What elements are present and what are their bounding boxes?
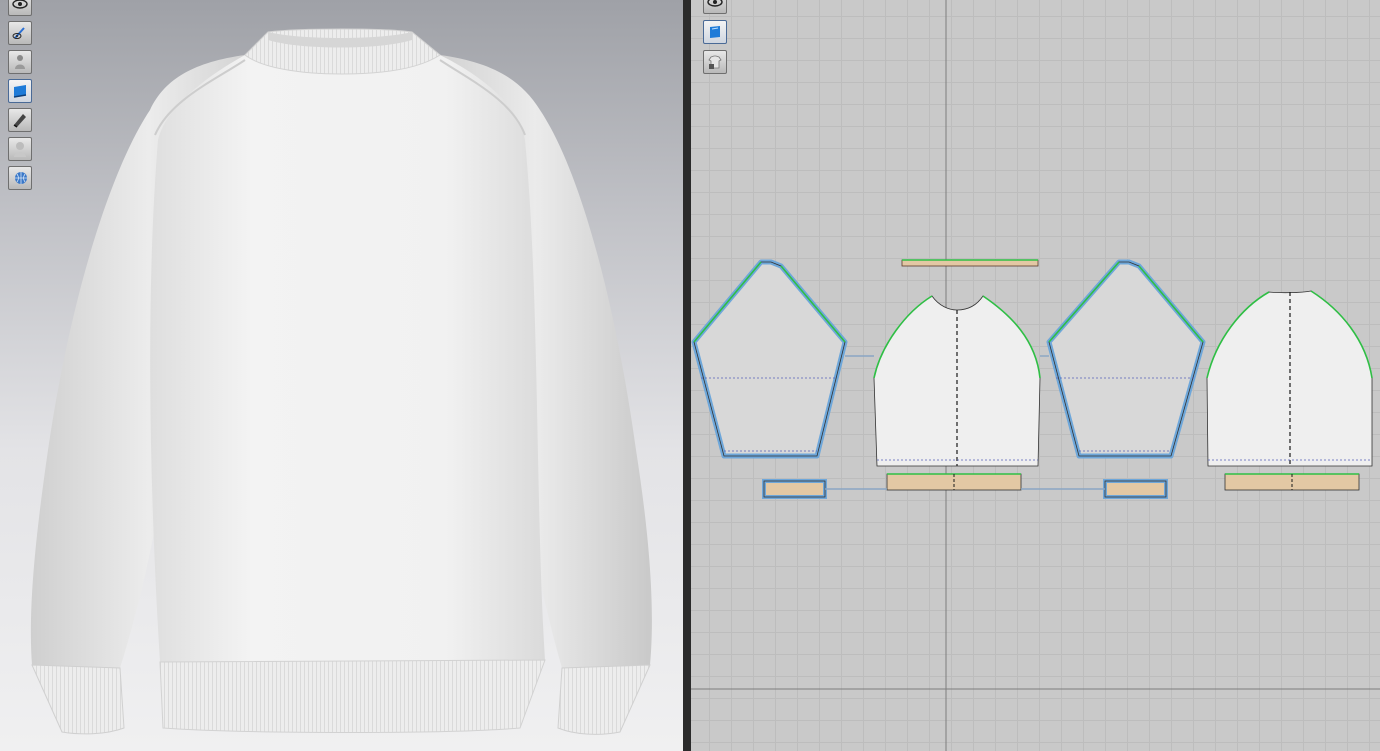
pattern-front-body[interactable] [873,295,1041,467]
pattern-neck-rib[interactable] [901,259,1039,267]
pattern-right-cuff[interactable] [1103,479,1168,499]
avatar-show-icon [11,53,29,71]
show-pattern-icon [706,23,724,41]
right-cuff [557,664,651,735]
globe-mesh-icon [11,169,29,187]
left-cuff [31,664,125,735]
texture-surface-icon [11,111,29,129]
tool-texture[interactable] [8,108,32,132]
front-body [150,55,545,662]
pattern-canvas[interactable] [691,0,1380,751]
tool-mesh[interactable] [8,166,32,190]
pattern-right-sleeve[interactable] [1046,259,1206,459]
pattern-back-hem-rib[interactable] [1224,473,1360,491]
3d-viewport[interactable] [0,0,683,751]
pattern-back-body[interactable] [1206,290,1373,467]
pattern-left-cuff[interactable] [762,479,827,499]
avatar-pose-eye-icon [11,24,29,42]
eye-icon [706,0,724,11]
2d-pattern-viewport[interactable] [691,0,1380,751]
sweatshirt-3d-render[interactable] [0,0,683,751]
tool-2d-eye[interactable] [703,0,727,14]
tool-garment[interactable] [8,79,32,103]
tool-avatar-show[interactable] [8,50,32,74]
tool-avatar-silhouette[interactable] [8,137,32,161]
pattern-front-hem-rib[interactable] [886,473,1022,491]
eye-icon [11,0,29,13]
tool-2d-lock[interactable] [703,50,727,74]
viewport-splitter[interactable] [683,0,691,751]
tool-avatar-pose[interactable] [8,21,32,45]
3d-view-toolbar [8,0,32,190]
avatar-silhouette-icon [11,140,29,158]
pattern-left-sleeve[interactable] [691,259,848,459]
garment-blue-icon [11,82,29,100]
tool-2d-show-pattern[interactable] [703,20,727,44]
hem-rib [159,659,546,733]
2d-view-toolbar [703,0,727,74]
lock-shirt-icon [706,53,724,71]
tool-eye[interactable] [8,0,32,16]
